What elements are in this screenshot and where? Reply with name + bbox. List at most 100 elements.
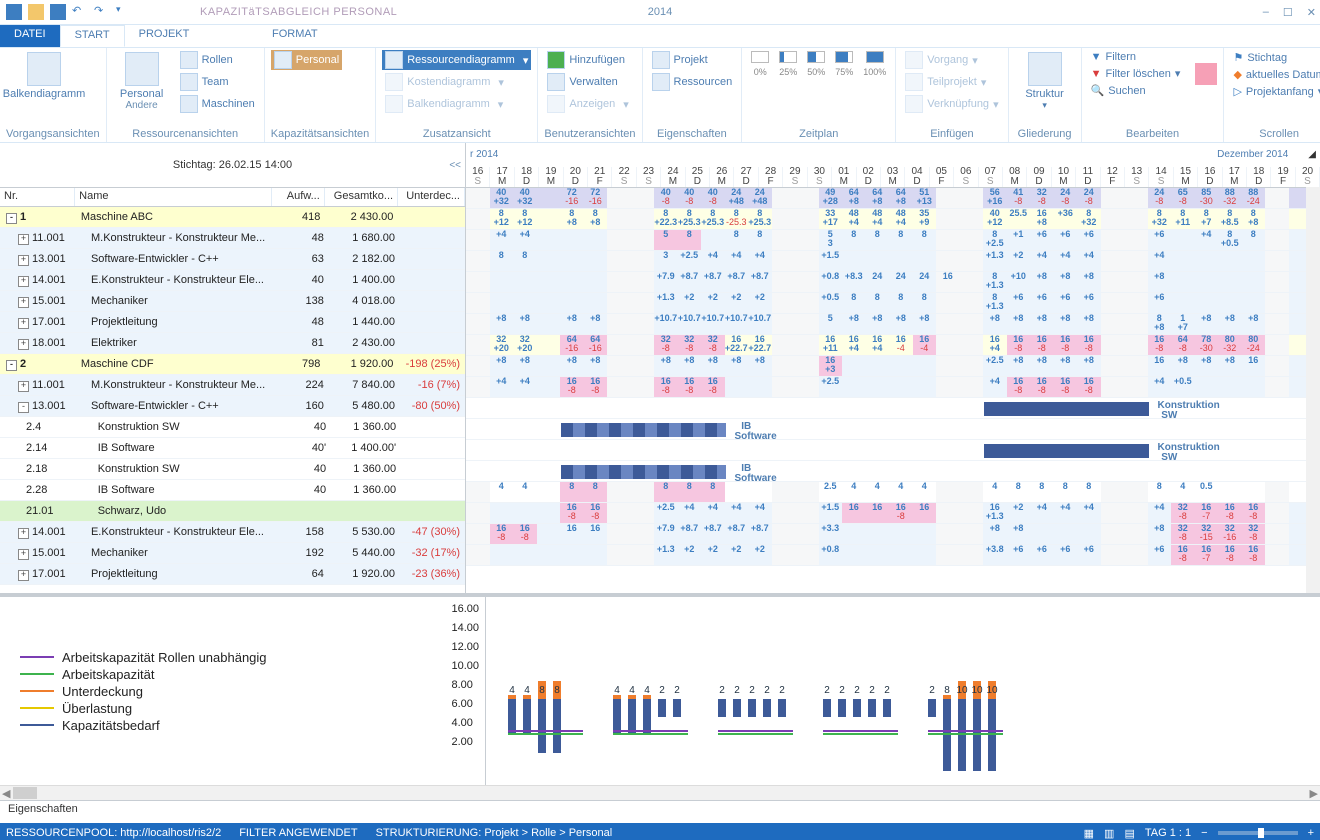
view-icon-3[interactable]: ▤ (1124, 827, 1134, 840)
personal-button[interactable]: PersonalAndere (113, 50, 171, 113)
timeline-row[interactable]: Konstruktion SW (466, 440, 1320, 461)
balkendiagramm-button[interactable]: Balkendiagramm (6, 50, 82, 102)
timeline-row[interactable]: 40+3240+3272-1672-1640-840-840-824+4824+… (466, 188, 1320, 209)
tab-format[interactable]: FORMAT (258, 25, 332, 47)
col-aufwand[interactable]: Aufw... (272, 188, 325, 206)
qat-dropdown-icon[interactable]: ▾ (116, 4, 132, 20)
close-button[interactable]: ✕ (1307, 6, 1316, 19)
table-row[interactable]: +11.001M.Konstrukteur - Konstrukteur Me.… (0, 228, 465, 249)
percent-100-button[interactable]: 100% (860, 50, 889, 78)
suchen-button[interactable]: 🔍Suchen (1088, 83, 1184, 98)
hinzufuegen-button[interactable]: Hinzufügen (544, 50, 631, 70)
save-icon[interactable] (50, 4, 66, 20)
percent-75-button[interactable]: 75% (832, 50, 856, 78)
timeline-row[interactable]: +7.9+8.7+8.7+8.7+8.7+0.8+8.3242424168+1.… (466, 272, 1320, 293)
timeline-row[interactable]: +8+8+8+8+8+8+8+8+816+3+2.5+8+8+8+816+8+8… (466, 356, 1320, 377)
redo-icon[interactable]: ↷ (94, 4, 110, 20)
aktuelles-datum-button[interactable]: ◆aktuelles Datum (1230, 67, 1320, 82)
team-button[interactable]: Team (177, 72, 258, 92)
timeline-row[interactable]: +4+458885388888+2.5+1+6+6+6+6+48+0.58 (466, 230, 1320, 251)
table-row[interactable]: -1Maschine ABC4182 430.00 (0, 207, 465, 228)
table-row[interactable]: +11.001M.Konstrukteur - Konstrukteur Me.… (0, 375, 465, 396)
timeline-row[interactable]: +1.3+2+2+2+2+0.588888+1.3+6+6+6+6+6 (466, 293, 1320, 314)
eraser-icon[interactable] (1195, 63, 1217, 85)
table-row[interactable]: +17.001Projektleitung641 920.00-23 (36%) (0, 564, 465, 585)
col-unterdeckung[interactable]: Unterdec... (398, 188, 465, 206)
vorgang-insert-button[interactable]: Vorgang▾ (902, 50, 1001, 70)
tab-start[interactable]: START (60, 25, 125, 47)
personal-kapazitaet-button[interactable]: Personal (271, 50, 342, 70)
timeline-row[interactable]: +1.3+2+2+2+2+0.8+3.8+6+6+6+6+616-816-716… (466, 545, 1320, 566)
vertical-scrollbar[interactable] (1306, 187, 1320, 593)
expand-toggle[interactable]: + (18, 381, 29, 392)
table-row[interactable]: 21.01Schwarz, Udo (0, 501, 465, 522)
zoom-out-button[interactable]: − (1201, 827, 1207, 839)
expand-toggle[interactable]: - (6, 213, 17, 224)
expand-toggle[interactable]: + (18, 318, 29, 329)
filter-loeschen-button[interactable]: ▼Filter löschen▾ (1088, 66, 1184, 81)
table-row[interactable]: 2.14IB Software40'1 400.00' (0, 438, 465, 459)
percent-0-button[interactable]: 0% (748, 50, 772, 78)
view-icon-2[interactable]: ▥ (1104, 827, 1114, 840)
resource-tree-grid[interactable]: Stichtag: 26.02.15 14:00<< Nr. Name Aufw… (0, 143, 466, 593)
col-nr[interactable]: Nr. (0, 188, 75, 206)
capacity-timeline[interactable]: r 2014Dezember 2014◢ 1617181920212223242… (466, 143, 1320, 593)
status-filter[interactable]: FILTER ANGEWENDET (239, 827, 357, 839)
properties-panel-header[interactable]: Eigenschaften (0, 800, 1320, 823)
balkendiagramm2-button[interactable]: Balkendiagramm▾ (382, 94, 531, 114)
table-row[interactable]: 2.18Konstruktion SW401 360.00 (0, 459, 465, 480)
table-row[interactable]: +13.001Software-Entwickler - C++632 182.… (0, 249, 465, 270)
col-gesamt[interactable]: Gesamtko... (325, 188, 398, 206)
ressourcen-button[interactable]: Ressourcen (649, 72, 736, 92)
table-row[interactable]: +15.001Mechaniker1925 440.00-32 (17%) (0, 543, 465, 564)
expand-toggle[interactable]: - (18, 402, 29, 413)
gantt-bar[interactable] (560, 422, 727, 438)
table-row[interactable]: +14.001E.Konstrukteur - Konstrukteur Ele… (0, 522, 465, 543)
table-row[interactable]: +18.001Elektriker812 430.00 (0, 333, 465, 354)
zoom-slider[interactable] (1218, 831, 1298, 835)
percent-25-button[interactable]: 25% (776, 50, 800, 78)
filtern-button[interactable]: ▼Filtern (1088, 50, 1184, 64)
table-row[interactable]: +14.001E.Konstrukteur - Konstrukteur Ele… (0, 270, 465, 291)
gantt-bar[interactable] (983, 443, 1150, 459)
expand-toggle[interactable]: + (18, 570, 29, 581)
teilprojekt-button[interactable]: Teilprojekt▾ (902, 72, 1001, 92)
expand-toggle[interactable]: + (18, 234, 29, 245)
percent-50-button[interactable]: 50% (804, 50, 828, 78)
table-row[interactable]: 2.4Konstruktion SW401 360.00 (0, 417, 465, 438)
timeline-row[interactable]: 8+128+128+88+88+22.38+25.38+25.38-25.38+… (466, 209, 1320, 230)
expand-toggle[interactable]: + (18, 528, 29, 539)
timeline-left-button[interactable]: << (449, 160, 461, 171)
ressourcendiagramm-button[interactable]: Ressourcendiagramm▾ (382, 50, 531, 70)
expand-toggle[interactable]: + (18, 276, 29, 287)
view-icon-1[interactable]: ▦ (1084, 827, 1094, 840)
maschinen-button[interactable]: Maschinen (177, 94, 258, 114)
table-row[interactable]: +17.001Projektleitung481 440.00 (0, 312, 465, 333)
struktur-button[interactable]: Struktur▾ (1015, 50, 1075, 113)
minimize-button[interactable]: – (1263, 6, 1269, 19)
timeline-row[interactable]: IB Software (466, 419, 1320, 440)
timeline-row[interactable]: +4+416-816-816-816-816-8+2.5+416-816-816… (466, 377, 1320, 398)
gantt-bar[interactable] (560, 464, 727, 480)
timeline-row[interactable]: 32+2032+2064-1664-1632-832-832-816+22.71… (466, 335, 1320, 356)
timeline-row[interactable]: 883+2.5+4+4+4+1.5+1.3+2+4+4+4+4 (466, 251, 1320, 272)
timeline-row[interactable]: 16-816-8+2.5+4+4+4+4+1.5161616-81616+1.3… (466, 503, 1320, 524)
projektanfang-button[interactable]: ▷Projektanfang▾ (1230, 84, 1320, 99)
table-row[interactable]: +15.001Mechaniker1384 018.00 (0, 291, 465, 312)
timeline-row[interactable]: +8+8+8+8+10.7+10.7+10.7+10.7+10.75+8+8+8… (466, 314, 1320, 335)
expand-toggle[interactable]: - (6, 360, 17, 371)
open-icon[interactable] (28, 4, 44, 20)
timeline-menu-icon[interactable]: ◢ (1308, 150, 1316, 160)
rollen-button[interactable]: Rollen (177, 50, 258, 70)
expand-toggle[interactable]: + (18, 297, 29, 308)
timeline-row[interactable]: IB Software (466, 461, 1320, 482)
zoom-in-button[interactable]: + (1308, 827, 1314, 839)
projekt-button[interactable]: Projekt (649, 50, 736, 70)
maximize-button[interactable]: ☐ (1283, 6, 1293, 19)
table-row[interactable]: -2Maschine CDF7981 920.00-198 (25%) (0, 354, 465, 375)
tab-projekt[interactable]: PROJEKT (125, 25, 204, 47)
undo-icon[interactable]: ↶ (72, 4, 88, 20)
table-row[interactable]: -13.001Software-Entwickler - C++1605 480… (0, 396, 465, 417)
timeline-row[interactable]: 44888882.5444448888840.5 (466, 482, 1320, 503)
tab-file[interactable]: DATEI (0, 25, 60, 47)
